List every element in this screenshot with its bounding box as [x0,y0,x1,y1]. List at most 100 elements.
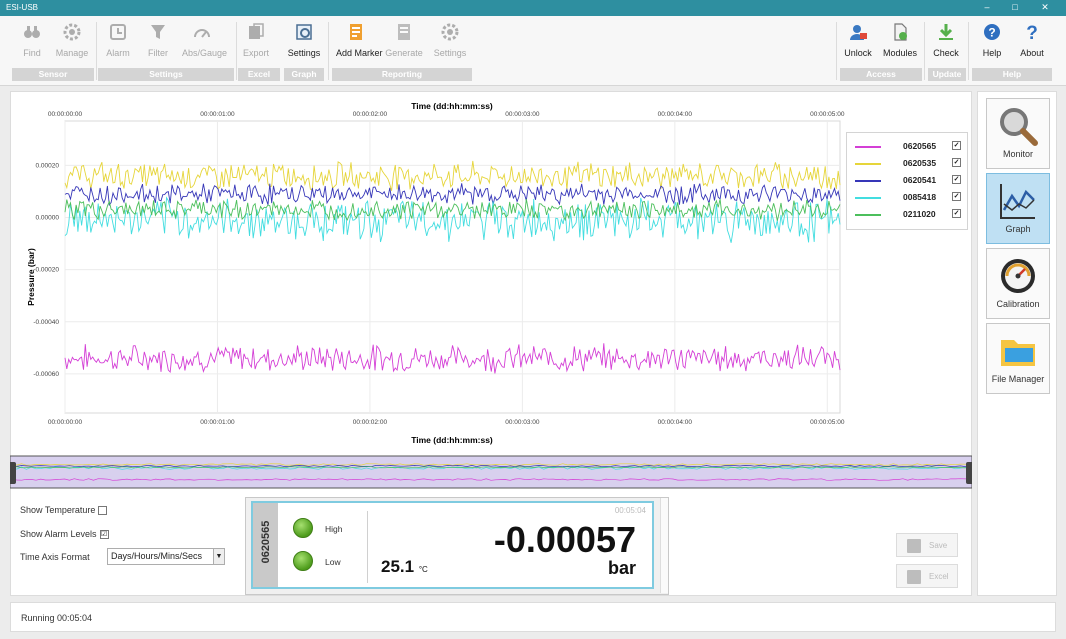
graph-settings-icon [296,24,312,40]
pressure-unit: bar [607,558,636,578]
export-button[interactable]: Export [236,22,276,72]
manage-label: Manage [55,48,89,58]
gauge-toggle-icon [194,29,210,38]
excel-button[interactable]: Excel [896,564,958,588]
x-tick-label: 00:00:02:00 [353,111,388,118]
check-label: Check [933,48,959,58]
sensor-tab[interactable]: 0620565 [253,503,278,587]
minimize-button[interactable]: – [976,0,998,16]
x-tick-label: 00:00:00:00 [48,111,83,118]
svg-text:?: ? [988,26,995,40]
unlock-button[interactable]: Unlock [838,22,878,72]
x-tick-label: 00:00:05:00 [810,419,845,426]
modules-icon [894,23,907,41]
legend-label: 0085418 [903,192,937,202]
x-tick-label: 00:00:03:00 [505,111,540,118]
generate-label: Generate [385,48,423,58]
legend-item[interactable]: 0085418 ✓ [855,191,965,205]
pressure-chart[interactable]: Time (dd:hh:mm:ss) Time (dd:hh:mm:ss) Pr… [10,91,972,501]
report-settings-label: Settings [433,48,467,58]
sidebar-item-graph[interactable]: Graph [986,173,1050,244]
status-text: Running 00:05:04 [21,613,93,623]
show-temperature-option[interactable]: Show Temperature [20,505,108,516]
alarm-button[interactable]: Alarm [98,22,138,72]
legend-item[interactable]: 0211020 ✓ [855,208,965,222]
y-tick-label: 0.00000 [36,214,60,221]
save-button[interactable]: Save [896,533,958,557]
legend-item[interactable]: 0620541 ✓ [855,174,965,188]
legend-swatch [855,214,881,216]
legend-label: 0620535 [903,158,937,168]
sidebar-item-file-manager[interactable]: File Manager [986,323,1050,394]
legend-checkbox[interactable]: ✓ [952,209,961,218]
maximize-button[interactable]: □ [1004,0,1026,16]
legend-checkbox[interactable]: ✓ [952,192,961,201]
magnifier-icon [1000,108,1038,146]
legend-checkbox[interactable]: ✓ [952,175,961,184]
temperature-value: 25.1 °C [381,557,428,576]
show-temperature-checkbox[interactable] [98,506,108,516]
x-tick-label: 00:00:02:00 [353,419,388,426]
chevron-down-icon: ▼ [213,549,224,564]
x-tick-label: 00:00:04:00 [658,419,693,426]
help-button[interactable]: ? Help [972,22,1012,72]
x-tick-label: 00:00:03:00 [505,419,540,426]
svg-text:?: ? [1026,23,1038,42]
legend-checkbox[interactable]: ✓ [952,158,961,167]
y-tick-label: -0.00040 [33,319,59,326]
range-start-handle[interactable] [10,462,16,484]
y-tick-label: 0.00020 [36,162,60,169]
group-excel: Excel [238,68,280,81]
chart-legend: 0620565 ✓ 0620535 ✓ 0620541 ✓ 0085418 ✓ 0211020 ✓ [846,132,968,230]
range-end-handle[interactable] [966,462,972,484]
close-button[interactable]: ✕ [1034,0,1056,16]
graph-settings-button[interactable]: Settings [284,22,324,72]
legend-checkbox[interactable]: ✓ [952,141,961,150]
time-axis-format-select[interactable]: Days/Hours/Mins/Secs ▼ [107,548,225,565]
x-tick-label: 00:00:01:00 [200,111,235,118]
sidebar-item-label: Graph [1005,224,1031,234]
gauge-icon [1001,259,1035,293]
modules-button[interactable]: Modules [880,22,920,72]
check-update-button[interactable]: Check [926,22,966,72]
find-button[interactable]: Find [12,22,52,72]
x-tick-label: 00:00:04:00 [658,111,693,118]
high-alarm-led [293,518,313,538]
abs-gauge-button[interactable]: Abs/Gauge [182,22,228,72]
show-alarm-checkbox[interactable]: ☑ [99,530,109,540]
low-alarm-led [293,551,313,571]
plot-area [64,120,841,414]
y-tick-label: -0.00060 [33,371,59,378]
abs-gauge-label: Abs/Gauge [182,48,228,58]
group-sensor: Sensor [12,68,94,81]
x-tick-label: 00:00:05:00 [810,111,845,118]
range-navigator[interactable] [10,455,972,489]
filter-button[interactable]: Filter [138,22,178,72]
report-settings-button[interactable]: Settings [430,22,470,72]
about-button[interactable]: ? About [1012,22,1052,72]
generate-button[interactable]: Generate [384,22,424,72]
graph-settings-label: Settings [287,48,321,58]
show-alarm-option[interactable]: Show Alarm Levels ☑ [20,529,109,540]
side-navigation: Monitor Graph Calibration File Manager [977,91,1057,596]
legend-item[interactable]: 0620565 ✓ [855,140,965,154]
report-settings-icon [441,23,459,41]
sensor-readout: 0620565 High Low 00:05:04 -0.00057 bar 2… [251,501,654,589]
sidebar-item-monitor[interactable]: Monitor [986,98,1050,169]
add-marker-button[interactable]: Add Marker [336,22,383,72]
readout-scroll[interactable] [660,498,668,593]
binoculars-icon [24,26,40,38]
floppy-disk-icon [907,539,921,553]
line-graph-icon [1000,184,1035,219]
window-title: ESI-USB [6,3,39,12]
manage-button[interactable]: Manage [52,22,92,72]
x-tick-label: 00:00:00:00 [48,419,83,426]
legend-swatch [855,197,881,199]
y-axis-label: Pressure (bar) [26,248,36,306]
funnel-icon [151,25,165,39]
export-label: Export [242,48,269,58]
x-axis-label: Time (dd:hh:mm:ss) [411,435,493,445]
legend-swatch [855,180,881,182]
sidebar-item-calibration[interactable]: Calibration [986,248,1050,319]
legend-item[interactable]: 0620535 ✓ [855,157,965,171]
